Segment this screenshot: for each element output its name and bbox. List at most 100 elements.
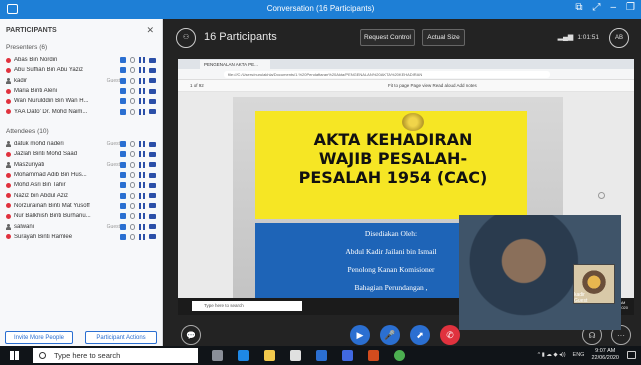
participants-icon[interactable]: ⚇ [176, 28, 196, 48]
mic-icon[interactable] [130, 98, 135, 105]
chrome-icon[interactable] [394, 350, 405, 361]
mic-icon[interactable] [130, 161, 135, 168]
video-icon[interactable] [149, 193, 156, 199]
video-icon[interactable] [149, 213, 156, 219]
mic-toggle-icon[interactable]: 🎤 [380, 325, 400, 345]
participant-row[interactable]: Nur Balkhish Binti Burhanu... [6, 211, 156, 221]
mic-icon[interactable] [130, 172, 135, 179]
video-icon[interactable] [149, 109, 156, 115]
chat-icon[interactable] [120, 161, 126, 168]
video-icon[interactable] [149, 162, 156, 168]
fullscreen-icon[interactable]: ⤢ [592, 2, 600, 13]
video-icon[interactable] [149, 234, 156, 240]
store-icon[interactable] [290, 350, 301, 361]
chat-icon[interactable] [120, 213, 126, 220]
chat-icon[interactable] [120, 57, 126, 64]
chat-toggle-icon[interactable]: 💬 [181, 325, 201, 345]
participant-row[interactable]: YAA Dato' Dr. Mohd Naim... [6, 106, 156, 116]
pause-icon[interactable] [139, 98, 145, 105]
windows-start-icon[interactable] [10, 351, 19, 360]
chat-icon[interactable] [120, 223, 126, 230]
edge-icon[interactable] [238, 350, 249, 361]
share-screen-icon[interactable]: ⬈ [410, 325, 430, 345]
minimize-icon[interactable]: – [610, 2, 616, 13]
chat-icon[interactable] [120, 192, 126, 199]
mic-icon[interactable] [130, 223, 135, 230]
mic-icon[interactable] [130, 213, 135, 220]
pause-icon[interactable] [139, 233, 145, 240]
chat-icon[interactable] [120, 172, 126, 179]
pause-icon[interactable] [139, 141, 145, 148]
popout-icon[interactable]: ⧉ [575, 2, 582, 13]
video-icon[interactable] [149, 67, 156, 73]
language-indicator[interactable]: ENG [573, 352, 585, 358]
pause-icon[interactable] [139, 161, 145, 168]
pause-icon[interactable] [139, 192, 145, 199]
video-icon[interactable] [149, 98, 156, 104]
chat-icon[interactable] [120, 141, 126, 148]
pause-icon[interactable] [139, 182, 145, 189]
pause-icon[interactable] [139, 213, 145, 220]
participant-row[interactable]: Jazlah Binti Mohd Saad [6, 149, 156, 159]
mic-icon[interactable] [130, 77, 135, 84]
mic-icon[interactable] [130, 88, 135, 95]
pause-icon[interactable] [139, 172, 145, 179]
participant-actions-button[interactable]: Participant Actions [85, 331, 157, 344]
video-toggle-icon[interactable]: ▶ [350, 325, 370, 345]
mic-icon[interactable] [130, 202, 135, 209]
mic-icon[interactable] [130, 141, 135, 148]
mic-icon[interactable] [130, 192, 135, 199]
file-explorer-icon[interactable] [264, 350, 275, 361]
invite-more-people-button[interactable]: Invite More People [5, 331, 73, 344]
pause-icon[interactable] [139, 223, 145, 230]
request-control-button[interactable]: Request Control [360, 29, 415, 46]
mic-icon[interactable] [130, 108, 135, 115]
participant-row[interactable]: salwani Guest [6, 221, 156, 231]
close-icon[interactable]: ✕ [146, 25, 154, 36]
participant-row[interactable]: Abu Suffian Bin Abu Yaziz [6, 65, 156, 75]
mic-icon[interactable] [130, 57, 135, 64]
participant-row[interactable]: datuk mohd naderi Guest [6, 139, 156, 149]
mail-icon[interactable] [316, 350, 327, 361]
video-icon[interactable] [149, 203, 156, 209]
participant-row[interactable]: kadir Guest [6, 76, 156, 86]
video-icon[interactable] [149, 141, 156, 147]
chat-icon[interactable] [120, 108, 126, 115]
chat-icon[interactable] [120, 67, 126, 74]
mic-icon[interactable] [130, 233, 135, 240]
chat-icon[interactable] [120, 98, 126, 105]
video-icon[interactable] [149, 151, 156, 157]
mic-icon[interactable] [130, 67, 135, 74]
pause-icon[interactable] [139, 67, 145, 74]
participant-row[interactable]: Maria Binti Aleni [6, 86, 156, 96]
pause-icon[interactable] [139, 77, 145, 84]
chat-icon[interactable] [120, 182, 126, 189]
participant-row[interactable]: Naziz bin Abdul Aziz [6, 190, 156, 200]
participant-row[interactable]: Wan Nurulddin Bin Wan H... [6, 96, 156, 106]
participant-row[interactable]: Abas Bin Nordin [6, 55, 156, 65]
taskbar-search[interactable]: Type here to search [33, 348, 198, 363]
tray-icons[interactable]: ^ ▮ ☁ ◆ ◂)) [538, 352, 566, 358]
restore-icon[interactable]: ❐ [626, 2, 635, 13]
video-icon[interactable] [149, 224, 156, 230]
pause-icon[interactable] [139, 108, 145, 115]
chat-icon[interactable] [120, 233, 126, 240]
teams-icon[interactable] [342, 350, 353, 361]
pause-icon[interactable] [139, 202, 145, 209]
participant-row[interactable]: Maszuriyati Guest [6, 160, 156, 170]
pause-icon[interactable] [139, 57, 145, 64]
video-icon[interactable] [149, 57, 156, 63]
self-avatar-icon[interactable]: AB [609, 28, 629, 48]
video-icon[interactable] [149, 172, 156, 178]
participant-row[interactable]: Surayah Binti Ramlee [6, 232, 156, 242]
video-icon[interactable] [149, 182, 156, 188]
hang-up-icon[interactable]: ✆ [440, 325, 460, 345]
taskbar-clock[interactable]: 9:07 AM 22/06/2020 [591, 348, 619, 362]
chat-icon[interactable] [120, 88, 126, 95]
video-icon[interactable] [149, 88, 156, 94]
participant-row[interactable]: Norzurainah Binti Mat Yusoff [6, 201, 156, 211]
mic-icon[interactable] [130, 182, 135, 189]
chat-icon[interactable] [120, 77, 126, 84]
powerpoint-icon[interactable] [368, 350, 379, 361]
chat-icon[interactable] [120, 151, 126, 158]
